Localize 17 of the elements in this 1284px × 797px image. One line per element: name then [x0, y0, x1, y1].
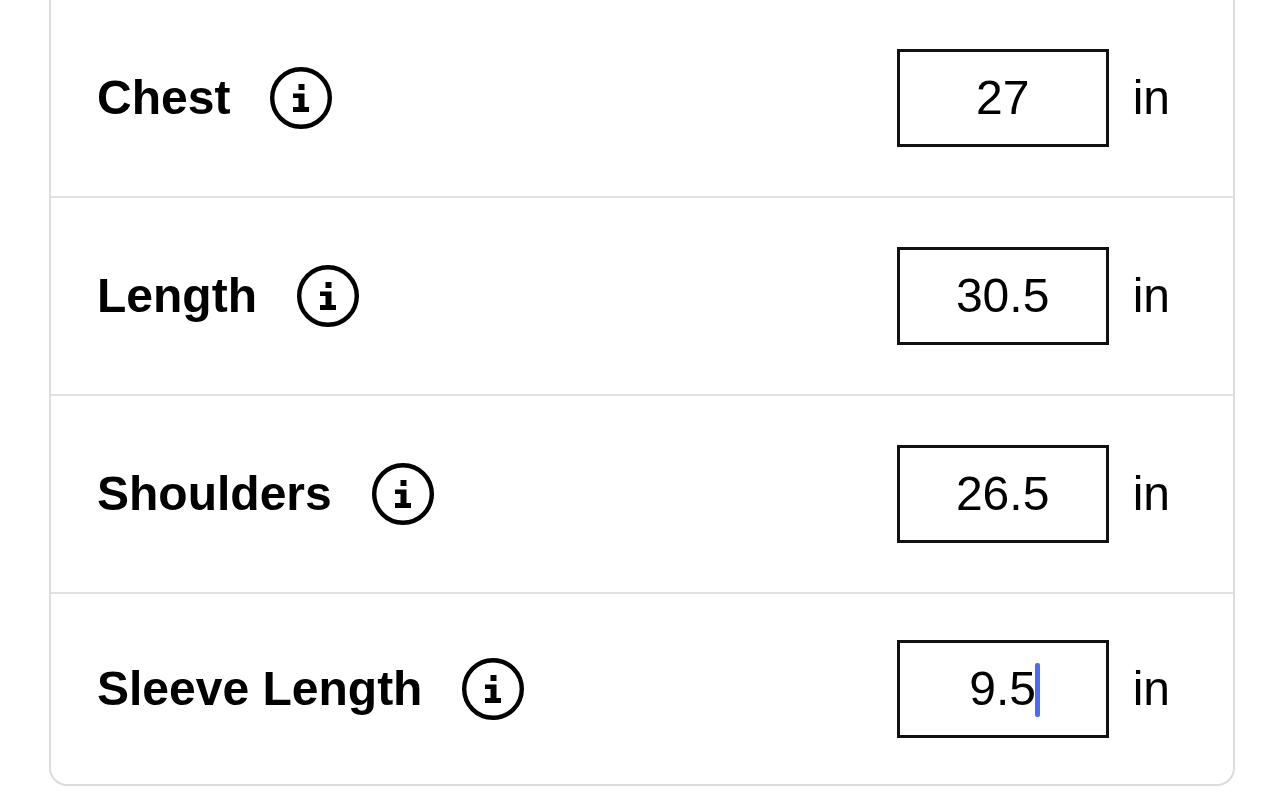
measurement-label: Chest: [97, 70, 231, 126]
info-icon[interactable]: [371, 463, 434, 525]
unit-label: in: [1132, 70, 1170, 126]
measurement-input[interactable]: 26.5: [896, 445, 1109, 543]
info-icon[interactable]: [270, 67, 333, 129]
text-cursor-icon: [1035, 663, 1040, 718]
measurement-label: Sleeve Length: [97, 661, 423, 717]
measurement-label: Length: [97, 268, 257, 324]
unit-label: in: [1132, 661, 1170, 717]
measurement-input[interactable]: 9.5: [896, 640, 1109, 738]
info-icon[interactable]: [462, 658, 525, 720]
unit-label: in: [1132, 268, 1170, 324]
unit-label: in: [1132, 466, 1170, 522]
info-icon[interactable]: [296, 265, 359, 327]
measurement-label: Shoulders: [97, 466, 332, 522]
measurement-input[interactable]: 27: [896, 49, 1109, 147]
measurement-input[interactable]: 30.5: [896, 247, 1109, 345]
